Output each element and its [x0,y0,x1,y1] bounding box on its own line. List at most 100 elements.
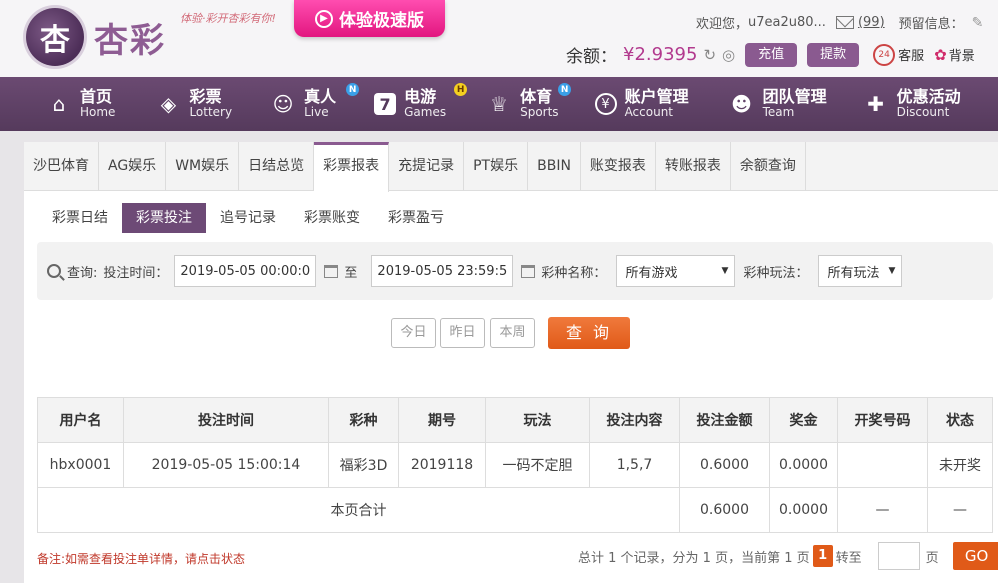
hot-badge: H [454,83,468,96]
table-header-row: 用户名 投注时间 彩种 期号 玩法 投注内容 投注金额 奖金 开奖号码 状态 [37,397,993,443]
refresh-icon[interactable]: ↻ [703,46,716,64]
start-time-input[interactable] [174,255,317,287]
promo-label: 体验极速版 [339,11,424,31]
col-issue: 期号 [398,397,486,443]
yesterday-button[interactable]: 昨日 [440,318,485,348]
col-bet-time: 投注时间 [123,397,329,443]
goto-page-input[interactable] [877,542,920,570]
col-play: 玩法 [485,397,590,443]
customer-service-button[interactable]: 24 客服 [873,43,925,66]
nav-discount[interactable]: ✚ 优惠活动 Discount [863,77,961,131]
footnote: 备注:如需查看投注单详情，请点击状态 [37,552,246,566]
home-icon: ⌂ [52,92,66,116]
content-panel: 沙巴体育 AG娱乐 WM娱乐 日结总览 彩票报表 充提记录 PT娱乐 BBIN … [24,142,998,583]
col-amount: 投注金额 [679,397,770,443]
subtab-account-change[interactable]: 彩票账变 [290,203,374,233]
new-badge: N [346,83,360,96]
header: 杏 杏彩 体验·彩开杏彩有你! ▶ 体验极速版 欢迎您， u7ea2u80...… [0,0,998,77]
subtab-daily[interactable]: 彩票日结 [38,203,122,233]
col-username: 用户名 [37,397,124,443]
speed-icon: ▶ [315,9,333,28]
cell-prize: 0.0000 [769,442,838,488]
tab-bbin[interactable]: BBIN [528,142,581,191]
subtab-bets[interactable]: 彩票投注 [122,203,206,233]
logo-slogan: 体验·彩开杏彩有你! [180,12,276,25]
filter-bar: 查询: 投注时间： 至 彩种名称： 所有游戏 ▼ 彩种玩法： 所有玩法 ▼ [37,242,993,300]
nav-sublabel: Games [404,105,447,120]
calendar-icon[interactable] [324,264,339,278]
total-status-dash: — [927,487,993,533]
message-count-link[interactable]: (99) [858,15,885,30]
background-label[interactable]: 背景 [949,45,975,64]
reserve-info-label: 预留信息： [898,17,964,32]
col-content: 投注内容 [589,397,680,443]
mail-icon[interactable] [835,16,854,29]
background-shirt-icon[interactable]: ✿ [934,46,947,64]
edit-icon[interactable]: ✎ [972,15,984,31]
trophy-icon: ♕ [490,92,509,116]
nav-label: 优惠活动 [896,87,961,107]
this-week-button[interactable]: 本周 [490,318,535,348]
game-name-label: 彩种名称： [541,265,607,281]
nav-sports[interactable]: ♕ 体育 Sports N [486,77,572,131]
nav-team[interactable]: ☻ 团队管理 Team [729,77,826,131]
team-icon: ☻ [731,92,752,116]
play-select-value: 所有玩法 [827,265,880,281]
nav-sublabel: Sports [520,105,559,120]
tab-daily-overview[interactable]: 日结总览 [239,142,315,191]
subtab-chase[interactable]: 追号记录 [206,203,290,233]
tab-wm[interactable]: WM娱乐 [166,142,240,191]
customer-service-label: 客服 [898,49,925,64]
play-type-select[interactable]: 所有玩法 ▼ [818,255,903,287]
logo-text: 杏彩 [94,20,166,61]
tab-deposit-withdraw[interactable]: 充提记录 [389,142,465,191]
live-icon: ☺ [272,92,294,116]
nav-live[interactable]: ☺ 真人 Live N [270,77,360,131]
tab-pt[interactable]: PT娱乐 [464,142,529,191]
nav-sublabel: Home [80,105,116,120]
tab-lottery-report[interactable]: 彩票报表 [314,142,390,192]
username: u7ea2u80... [748,15,826,30]
tab-account-change[interactable]: 账变报表 [581,142,656,191]
nav-home[interactable]: ⌂ 首页 Home [46,77,116,131]
goto-label: 转至 [835,550,862,566]
main-nav: ⌂ 首页 Home ◈ 彩票 Lottery ☺ 真人 Live N 7 电游 Game… [0,77,998,131]
promo-fast-version-button[interactable]: ▶ 体验极速版 [294,0,445,37]
calendar-icon[interactable] [521,264,536,278]
total-draw-dash: — [837,487,928,533]
nav-games[interactable]: 7 电游 Games H [374,77,468,131]
nav-account[interactable]: ¥ 账户管理 Account [594,77,689,131]
col-game: 彩种 [328,397,399,443]
logo[interactable]: 杏 杏彩 [26,8,166,66]
query-button[interactable]: 查 询 [548,317,630,349]
play-type-label: 彩种玩法： [743,265,809,281]
nav-label: 彩票 [189,87,222,107]
search-icon [47,264,61,278]
tab-saba-sports[interactable]: 沙巴体育 [24,142,99,191]
tab-ag[interactable]: AG娱乐 [99,142,167,191]
total-label: 本页合计 [37,487,680,533]
customer-service-icon: 24 [873,43,896,66]
pagination: 总计 1 个记录，分为 1 页，当前第 1 页 1 转至 页 GO [578,542,998,570]
hide-balance-icon[interactable]: ◎ [722,46,735,64]
withdraw-button[interactable]: 提款 [807,42,860,67]
game-select[interactable]: 所有游戏 ▼ [616,255,736,287]
nav-sublabel: Account [624,105,674,120]
subtab-profit-loss[interactable]: 彩票盈亏 [374,203,458,233]
col-draw-number: 开奖号码 [837,397,928,443]
nav-lottery[interactable]: ◈ 彩票 Lottery [155,77,232,131]
tab-transfer[interactable]: 转账报表 [656,142,731,191]
nav-label: 账户管理 [624,87,689,107]
cell-username: hbx0001 [37,442,124,488]
tab-balance-query[interactable]: 余额查询 [731,142,806,191]
today-button[interactable]: 今日 [391,318,436,348]
welcome-label: 欢迎您， [696,17,749,32]
go-button[interactable]: GO [952,542,998,570]
end-time-input[interactable] [371,255,514,287]
nav-sublabel: Discount [896,105,950,120]
nav-label: 体育 [520,87,553,107]
cell-bet-time: 2019-05-05 15:00:14 [123,442,329,488]
status-link[interactable]: 未开奖 [927,442,993,488]
current-page-button[interactable]: 1 [812,545,833,567]
deposit-button[interactable]: 充值 [745,42,798,67]
